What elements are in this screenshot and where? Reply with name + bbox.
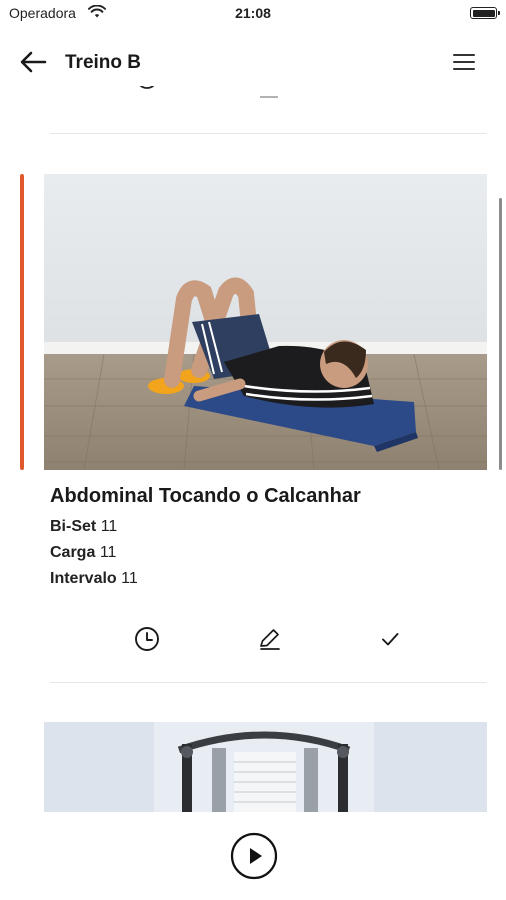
divider <box>50 682 487 683</box>
detail-label: Carga <box>50 544 96 561</box>
detail-label: Bi-Set <box>50 518 97 535</box>
detail-label: Intervalo <box>50 570 117 587</box>
exercise-title: Abdominal Tocando o Calcanhar <box>50 485 361 507</box>
clock-icon[interactable] <box>132 624 162 654</box>
pencil-icon <box>260 96 278 98</box>
divider <box>50 133 487 134</box>
detail-bi-set: Bi-Set 11 <box>50 518 117 536</box>
detail-value: 11 <box>99 544 117 561</box>
previous-card-actions <box>0 86 506 106</box>
scrollbar[interactable] <box>499 198 502 470</box>
active-exercise-indicator <box>20 174 24 470</box>
detail-intervalo: Intervalo 11 <box>50 570 138 588</box>
play-icon[interactable] <box>230 832 278 880</box>
page-title: Treino B <box>65 52 142 73</box>
battery-icon <box>470 7 500 19</box>
next-exercise-photo-image[interactable] <box>44 722 487 812</box>
status-time: 21:08 <box>235 5 271 21</box>
detail-value: 11 <box>100 518 118 535</box>
exercise-actions <box>0 622 506 658</box>
pencil-icon[interactable] <box>254 624 284 654</box>
check-icon[interactable] <box>375 624 405 654</box>
nav-bar: Treino B <box>0 38 506 86</box>
detail-carga: Carga 11 <box>50 544 116 562</box>
back-arrow-icon[interactable] <box>18 48 50 76</box>
exercise-photo-image[interactable] <box>44 174 487 470</box>
status-bar: Operadora 21:08 <box>0 0 506 28</box>
hamburger-menu-icon[interactable] <box>452 52 476 72</box>
detail-value: 11 <box>121 570 138 587</box>
clock-icon <box>139 86 155 89</box>
